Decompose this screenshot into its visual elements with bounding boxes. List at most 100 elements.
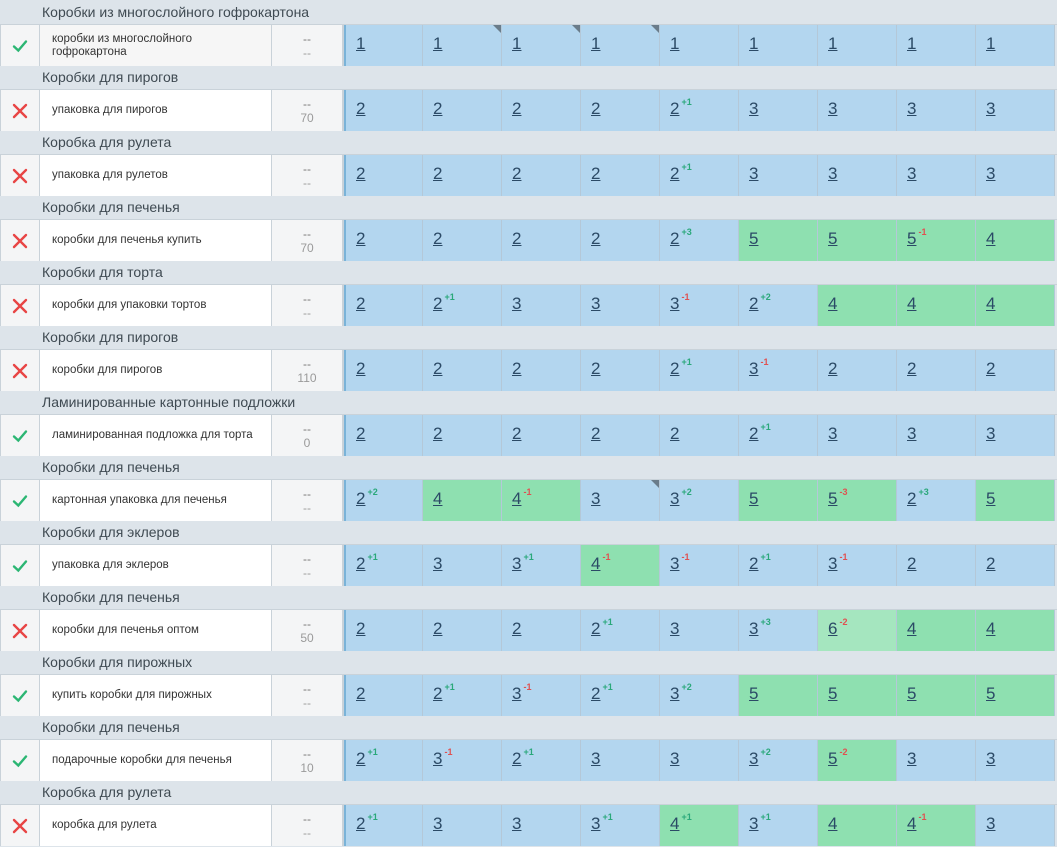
position-cell[interactable]: 2 [502, 220, 581, 261]
position-value[interactable]: 1 [512, 34, 521, 54]
position-cell[interactable]: 4 [423, 480, 502, 521]
position-value[interactable]: 4 [986, 229, 995, 249]
position-value[interactable]: 3 [749, 164, 758, 184]
position-value[interactable]: 2 [512, 619, 521, 639]
position-value[interactable]: 4 [907, 619, 916, 639]
position-cell[interactable]: 2 [502, 610, 581, 651]
position-cell[interactable]: 1 [344, 25, 423, 66]
position-cell[interactable]: 2 +3 [660, 220, 739, 261]
position-cell[interactable]: 2 [344, 220, 423, 261]
position-cell[interactable]: 1 [818, 25, 897, 66]
position-cell[interactable]: 3 [739, 155, 818, 196]
position-cell[interactable]: 2 +1 [739, 415, 818, 456]
position-value[interactable]: 1 [828, 34, 837, 54]
position-cell[interactable]: 3 [423, 805, 502, 846]
position-value[interactable]: 4 [986, 619, 995, 639]
position-cell[interactable]: 2 +3 [897, 480, 976, 521]
position-cell[interactable]: 3 [897, 415, 976, 456]
position-value[interactable]: 2 [433, 294, 442, 314]
position-value[interactable]: 2 [433, 619, 442, 639]
position-value[interactable]: 2 [512, 424, 521, 444]
position-value[interactable]: 2 [749, 424, 758, 444]
position-value[interactable]: 3 [749, 359, 758, 379]
position-value[interactable]: 4 [907, 814, 916, 834]
position-cell[interactable]: 2 [423, 350, 502, 391]
position-value[interactable]: 2 [591, 424, 600, 444]
position-value[interactable]: 3 [986, 749, 995, 769]
position-value[interactable]: 3 [591, 294, 600, 314]
position-value[interactable]: 2 [591, 684, 600, 704]
position-value[interactable]: 4 [512, 489, 521, 509]
position-cell[interactable]: 3 [976, 805, 1055, 846]
position-value[interactable]: 3 [670, 554, 679, 574]
position-value[interactable]: 2 [670, 229, 679, 249]
position-cell[interactable]: 3 +2 [660, 480, 739, 521]
position-cell[interactable]: 5 [976, 480, 1055, 521]
position-value[interactable]: 3 [512, 294, 521, 314]
position-cell[interactable]: 2 [660, 415, 739, 456]
position-cell[interactable]: 2 [581, 90, 660, 131]
position-cell[interactable]: 2 [423, 415, 502, 456]
position-value[interactable]: 2 [907, 359, 916, 379]
position-cell[interactable]: 2 [344, 350, 423, 391]
position-cell[interactable]: 4 -1 [581, 545, 660, 586]
position-value[interactable]: 2 [512, 164, 521, 184]
position-cell[interactable]: 4 [976, 285, 1055, 326]
position-value[interactable]: 3 [749, 814, 758, 834]
position-value[interactable]: 2 [670, 164, 679, 184]
position-value[interactable]: 2 [591, 359, 600, 379]
position-value[interactable]: 3 [591, 489, 600, 509]
position-value[interactable]: 3 [907, 99, 916, 119]
position-value[interactable]: 3 [433, 749, 442, 769]
position-cell[interactable]: 2 [423, 220, 502, 261]
position-value[interactable]: 2 [512, 99, 521, 119]
position-value[interactable]: 3 [670, 619, 679, 639]
position-value[interactable]: 5 [907, 684, 916, 704]
position-cell[interactable]: 2 [581, 415, 660, 456]
position-value[interactable]: 3 [670, 684, 679, 704]
position-value[interactable]: 5 [986, 684, 995, 704]
position-value[interactable]: 3 [907, 424, 916, 444]
position-value[interactable]: 2 [433, 164, 442, 184]
position-cell[interactable]: 3 +1 [739, 805, 818, 846]
position-value[interactable]: 3 [828, 164, 837, 184]
position-value[interactable]: 2 [670, 359, 679, 379]
position-cell[interactable]: 4 +1 [660, 805, 739, 846]
position-cell[interactable]: 3 +2 [660, 675, 739, 716]
position-cell[interactable]: 2 [344, 610, 423, 651]
position-value[interactable]: 3 [828, 554, 837, 574]
position-cell[interactable]: 3 [818, 415, 897, 456]
position-cell[interactable]: 5 [818, 675, 897, 716]
position-cell[interactable]: 2 [976, 350, 1055, 391]
position-value[interactable]: 2 [512, 359, 521, 379]
position-cell[interactable]: 3 -1 [660, 545, 739, 586]
position-value[interactable]: 3 [907, 164, 916, 184]
position-cell[interactable]: 3 +2 [739, 740, 818, 781]
position-cell[interactable]: 1 [660, 25, 739, 66]
position-value[interactable]: 3 [907, 749, 916, 769]
position-value[interactable]: 5 [828, 489, 837, 509]
position-cell[interactable]: 3 [739, 90, 818, 131]
position-value[interactable]: 2 [356, 619, 365, 639]
position-value[interactable]: 2 [749, 294, 758, 314]
position-cell[interactable]: 5 -1 [897, 220, 976, 261]
position-value[interactable]: 2 [356, 814, 365, 834]
position-value[interactable]: 2 [356, 749, 365, 769]
position-cell[interactable]: 4 [818, 805, 897, 846]
position-cell[interactable]: 2 +1 [581, 675, 660, 716]
position-value[interactable]: 1 [591, 34, 600, 54]
position-value[interactable]: 3 [591, 749, 600, 769]
position-cell[interactable]: 3 -1 [739, 350, 818, 391]
position-value[interactable]: 2 [986, 359, 995, 379]
position-value[interactable]: 3 [670, 489, 679, 509]
position-value[interactable]: 2 [591, 99, 600, 119]
position-cell[interactable]: 4 [897, 610, 976, 651]
position-cell[interactable]: 2 [502, 155, 581, 196]
position-cell[interactable]: 2 [818, 350, 897, 391]
position-value[interactable]: 2 [907, 554, 916, 574]
position-cell[interactable]: 5 [818, 220, 897, 261]
position-cell[interactable]: 2 [344, 90, 423, 131]
position-cell[interactable]: 3 [581, 480, 660, 521]
position-cell[interactable]: 1 [502, 25, 581, 66]
position-cell[interactable]: 2 +1 [739, 545, 818, 586]
